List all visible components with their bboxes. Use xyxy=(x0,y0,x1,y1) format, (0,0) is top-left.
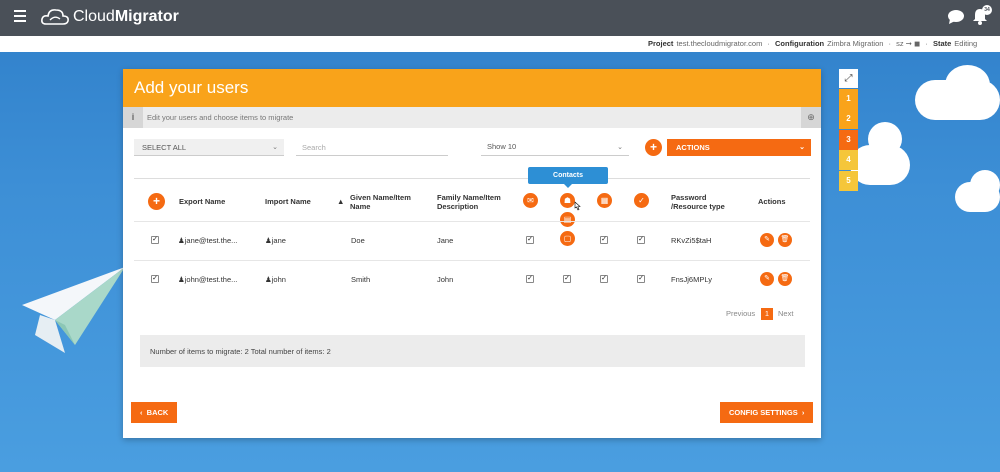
delete-icon[interactable]: 🗑 xyxy=(778,233,792,247)
actions-label: ACTIONS xyxy=(676,143,710,152)
user-icon: ♟ xyxy=(265,275,272,284)
given-name-cell: Smith xyxy=(351,275,371,284)
contacts-tooltip: Contacts xyxy=(528,167,608,188)
cloud-decoration xyxy=(868,122,902,156)
menu-icon[interactable] xyxy=(14,10,26,22)
given-name-cell: Doe xyxy=(351,236,365,245)
chat-icon[interactable] xyxy=(947,9,965,25)
password-cell: RKvZi5$taH xyxy=(671,236,712,245)
select-all-label: SELECT ALL xyxy=(142,143,187,152)
search-input[interactable] xyxy=(296,139,448,156)
breadcrumb: Project test.thecloudmigrator.com · Conf… xyxy=(0,36,1000,52)
chevron-down-icon: ⌄ xyxy=(272,144,278,151)
app-name: CloudMigrator xyxy=(73,8,179,25)
show-entries-value: Show 10 xyxy=(487,142,517,151)
cloud-decoration xyxy=(945,65,990,105)
password-cell: FnsJj6MPLy xyxy=(671,275,712,284)
chevron-left-icon: ‹ xyxy=(140,408,147,417)
config-settings-button[interactable]: CONFIG SETTINGS › xyxy=(720,402,814,423)
step-3[interactable]: 3 xyxy=(839,130,858,150)
mail-checkbox[interactable]: ✓ xyxy=(526,236,534,244)
add-button[interactable]: + xyxy=(645,139,662,156)
user-icon: ♟ xyxy=(178,275,185,284)
info-bar: i Edit your users and choose items to mi… xyxy=(123,107,821,128)
sort-icon[interactable]: ▲ xyxy=(337,197,344,206)
step-2[interactable]: 2 xyxy=(839,109,858,129)
header-actions: Actions xyxy=(758,197,786,206)
expand-icon[interactable]: ⤢ xyxy=(839,69,858,88)
state-value: Editing xyxy=(954,39,978,48)
add-users-panel: Add your users i Edit your users and cho… xyxy=(123,69,821,438)
project-value[interactable]: test.thecloudmigrator.com xyxy=(676,39,762,48)
step-5[interactable]: 5 xyxy=(839,171,858,191)
edit-icon[interactable]: ✎ xyxy=(760,272,774,286)
family-name-cell: Jane xyxy=(437,236,454,245)
actions-dropdown[interactable]: ACTIONS ⌄ xyxy=(667,139,811,156)
previous-page-link[interactable]: Previous xyxy=(726,309,755,318)
chevron-down-icon: ⌄ xyxy=(799,144,805,151)
configuration-label: Configuration xyxy=(774,39,825,48)
row-select-checkbox[interactable]: ✓ xyxy=(151,236,159,244)
header-password[interactable]: Password /Resource type xyxy=(671,193,741,211)
calendar-checkbox[interactable]: ✓ xyxy=(600,275,608,283)
edit-icon[interactable]: ✎ xyxy=(760,233,774,247)
step-4[interactable]: 4 xyxy=(839,150,858,170)
cloud-logo-icon xyxy=(41,9,69,25)
calendar-check-icon[interactable]: ▢ xyxy=(560,231,575,246)
info-icon: i xyxy=(123,107,143,128)
export-name-cell: ♟jane@test.the... xyxy=(178,236,238,245)
page-1-button[interactable]: 1 xyxy=(761,308,773,320)
header-given-name[interactable]: Given Name/Item Name xyxy=(350,193,422,211)
page-title: Add your users xyxy=(134,78,249,97)
panel-header: Add your users xyxy=(123,69,821,107)
row-select-checkbox[interactable]: ✓ xyxy=(151,275,159,283)
paper-plane-illustration xyxy=(22,267,125,353)
add-user-button[interactable]: + xyxy=(148,193,165,210)
divider xyxy=(134,178,810,179)
select-all-dropdown[interactable]: SELECT ALL ⌄ xyxy=(134,139,284,156)
step-1[interactable]: 1 xyxy=(839,89,858,109)
mail-icon[interactable]: ✉ xyxy=(523,193,538,208)
notes-icon[interactable]: ▤ xyxy=(560,212,575,227)
project-label: Project xyxy=(648,39,674,48)
chevron-down-icon: ⌄ xyxy=(617,144,623,151)
top-bar: CloudMigrator 34 xyxy=(0,0,1000,36)
header-family-name[interactable]: Family Name/Item Description xyxy=(437,193,509,211)
info-text: Edit your users and choose items to migr… xyxy=(147,113,294,122)
migration-summary: Number of items to migrate: 2 Total numb… xyxy=(140,335,805,367)
contacts-checkbox[interactable]: ✓ xyxy=(563,275,571,283)
tasks-checkbox[interactable]: ✓ xyxy=(637,236,645,244)
state-label: State xyxy=(932,39,952,48)
header-import-name[interactable]: Import Name xyxy=(265,197,311,206)
calendar-icon[interactable]: ▦ xyxy=(597,193,612,208)
collapse-icon[interactable]: ⊕ xyxy=(801,107,821,128)
show-entries-select[interactable]: Show 10 ⌄ xyxy=(481,139,629,156)
mail-checkbox[interactable]: ✓ xyxy=(526,275,534,283)
configuration-value[interactable]: Zimbra Migration xyxy=(827,39,883,48)
cloud-decoration xyxy=(970,170,1000,200)
chevron-right-icon: › xyxy=(797,408,805,417)
app-logo[interactable]: CloudMigrator xyxy=(40,6,179,28)
flow-indicator: sz ➞ ◼ xyxy=(896,39,921,48)
user-icon: ♟ xyxy=(265,236,272,245)
header-export-name[interactable]: Export Name xyxy=(179,197,225,206)
calendar-checkbox[interactable]: ✓ xyxy=(600,236,608,244)
next-page-link[interactable]: Next xyxy=(778,309,793,318)
mouse-cursor-icon xyxy=(574,201,581,211)
tasks-icon[interactable]: ✓ xyxy=(634,193,649,208)
notification-badge: 34 xyxy=(982,5,992,15)
user-icon: ♟ xyxy=(178,236,185,245)
import-name-cell: ♟john xyxy=(265,275,286,284)
family-name-cell: John xyxy=(437,275,454,284)
import-name-cell: ♟jane xyxy=(265,236,286,245)
back-button[interactable]: ‹ BACK xyxy=(131,402,178,423)
export-name-cell: ♟john@test.the... xyxy=(178,275,238,284)
tasks-checkbox[interactable]: ✓ xyxy=(637,275,645,283)
delete-icon[interactable]: 🗑 xyxy=(778,272,792,286)
